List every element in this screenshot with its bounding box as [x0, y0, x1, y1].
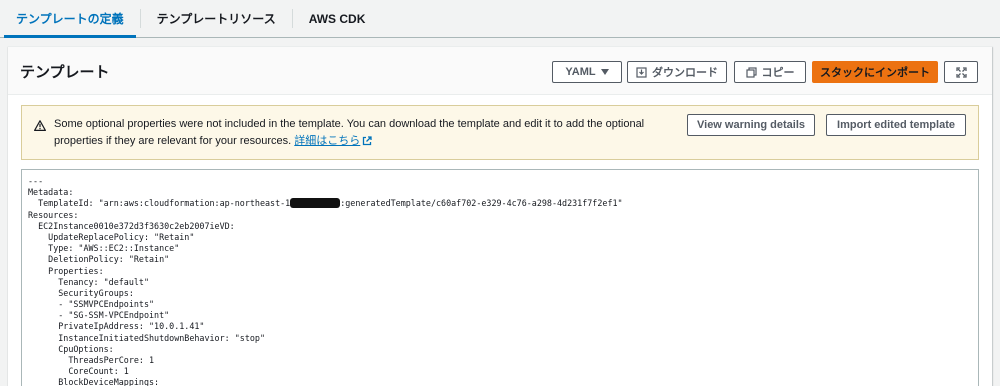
tab-template-definition[interactable]: テンプレートの定義 [0, 0, 140, 38]
external-link-icon [363, 136, 372, 146]
download-button-label: ダウンロード [652, 67, 718, 79]
copy-button[interactable]: コピー [734, 61, 806, 83]
code-line: Properties: [28, 265, 104, 276]
import-to-stack-button[interactable]: スタックにインポート [812, 61, 938, 83]
learn-more-label: 詳細はこちら [294, 135, 361, 147]
code-line: Resources: [28, 209, 79, 220]
code-line: CpuOptions: [28, 343, 114, 354]
optional-properties-warning: Some optional properties were not includ… [21, 105, 979, 160]
import-edited-template-button[interactable]: Import edited template [826, 114, 966, 136]
warning-icon [34, 118, 46, 136]
format-select-value: YAML [565, 66, 596, 78]
code-line: CoreCount: 1 [28, 366, 129, 377]
copy-icon [745, 66, 757, 78]
import-edited-template-label: Import edited template [837, 119, 955, 131]
code-line: Type: "AWS::EC2::Instance" [28, 243, 180, 254]
code-line: Metadata: [28, 187, 74, 198]
code-line: - "SSMVPCEndpoints" [28, 299, 155, 310]
tab-aws-cdk[interactable]: AWS CDK [293, 0, 382, 37]
panel-header: テンプレート YAML ダウンロード コピー スタックにインポート [8, 47, 992, 95]
view-warning-details-button[interactable]: View warning details [687, 114, 815, 136]
code-line: ThreadsPerCore: 1 [28, 355, 155, 365]
learn-more-link[interactable]: 詳細はこちら [294, 135, 372, 147]
code-line: DeletionPolicy: "Retain" [28, 254, 170, 265]
code-segment: TemplateId: "arn:aws:cloudformation:ap-n… [28, 198, 291, 209]
code-line: Tenancy: "default" [28, 276, 150, 287]
code-line: TemplateId: "arn:aws:cloudformation:ap-n… [28, 198, 978, 209]
code-line: BlockDeviceMappings: [28, 377, 160, 386]
code-line: UpdateReplacePolicy: "Retain" [28, 231, 195, 242]
view-warning-details-label: View warning details [697, 119, 805, 131]
code-segment: :generatedTemplate/c60af702-e329-4c76-a2… [340, 198, 623, 209]
template-code-editor[interactable]: --- Metadata: TemplateId: "arn:aws:cloud… [21, 169, 979, 386]
code-line: EC2Instance0010e372d3f3630c2eb2007ieVD: [28, 220, 235, 231]
template-panel: テンプレート YAML ダウンロード コピー スタックにインポート Some o… [8, 46, 992, 386]
fullscreen-button[interactable] [944, 61, 978, 83]
warning-message: Some optional properties were not includ… [54, 116, 684, 150]
import-button-label: スタックにインポート [820, 67, 930, 79]
tab-bar: テンプレートの定義 テンプレートリソース AWS CDK [0, 0, 1000, 38]
code-line: SecurityGroups: [28, 287, 134, 298]
download-button[interactable]: ダウンロード [627, 61, 727, 83]
caret-down-icon [600, 69, 609, 75]
panel-title: テンプレート [20, 64, 110, 81]
download-icon [636, 66, 647, 78]
code-line: InstanceInitiatedShutdownBehavior: "stop… [28, 332, 265, 343]
copy-button-label: コピー [761, 67, 795, 79]
format-select[interactable]: YAML [552, 61, 622, 83]
tab-template-resources[interactable]: テンプレートリソース [141, 0, 292, 37]
redacted-account-id [290, 198, 341, 209]
fullscreen-icon [955, 66, 967, 78]
code-line: - "SG-SSM-VPCEndpoint" [28, 310, 170, 321]
code-line: PrivateIpAddress: "10.0.1.41" [28, 321, 205, 332]
code-line: --- [28, 176, 44, 186]
